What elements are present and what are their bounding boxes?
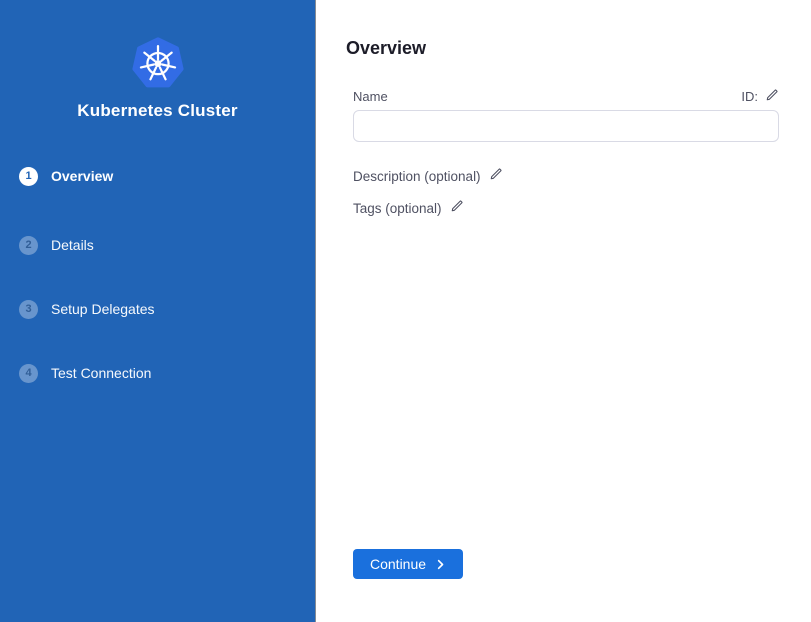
edit-pencil-icon [489, 167, 503, 186]
edit-pencil-icon [765, 88, 779, 105]
step-overview[interactable]: 1 Overview [19, 166, 113, 186]
step-label: Test Connection [51, 365, 151, 381]
kubernetes-logo [0, 36, 315, 94]
step-setup-delegates[interactable]: 3 Setup Delegates [19, 299, 155, 319]
step-details[interactable]: 2 Details [19, 235, 94, 255]
step-label: Details [51, 237, 94, 253]
page-title: Overview [346, 38, 426, 59]
step-number-badge: 4 [19, 364, 38, 383]
edit-id-button[interactable] [765, 88, 779, 105]
kubernetes-helm-wheel-icon [131, 36, 185, 94]
step-test-connection[interactable]: 4 Test Connection [19, 363, 151, 383]
step-number-badge: 2 [19, 236, 38, 255]
wizard-sidebar: Kubernetes Cluster 1 Overview 2 Details … [0, 0, 316, 622]
step-number-badge: 1 [19, 167, 38, 186]
tags-label: Tags (optional) [353, 201, 442, 216]
step-label: Setup Delegates [51, 301, 155, 317]
name-input[interactable] [353, 110, 779, 142]
id-label: ID: [741, 89, 758, 104]
step-label: Overview [51, 168, 113, 184]
continue-button-label: Continue [370, 556, 426, 572]
description-toggle[interactable]: Description (optional) [353, 167, 503, 185]
edit-pencil-icon [450, 199, 464, 218]
chevron-right-icon [435, 559, 446, 570]
overview-panel: Overview Name ID: Description (optional) [316, 0, 811, 622]
name-label: Name [353, 89, 388, 104]
wizard-title: Kubernetes Cluster [0, 101, 315, 121]
description-label: Description (optional) [353, 169, 481, 184]
continue-button[interactable]: Continue [353, 549, 463, 579]
tags-toggle[interactable]: Tags (optional) [353, 199, 464, 217]
overview-form: Name ID: [353, 88, 779, 142]
step-number-badge: 3 [19, 300, 38, 319]
